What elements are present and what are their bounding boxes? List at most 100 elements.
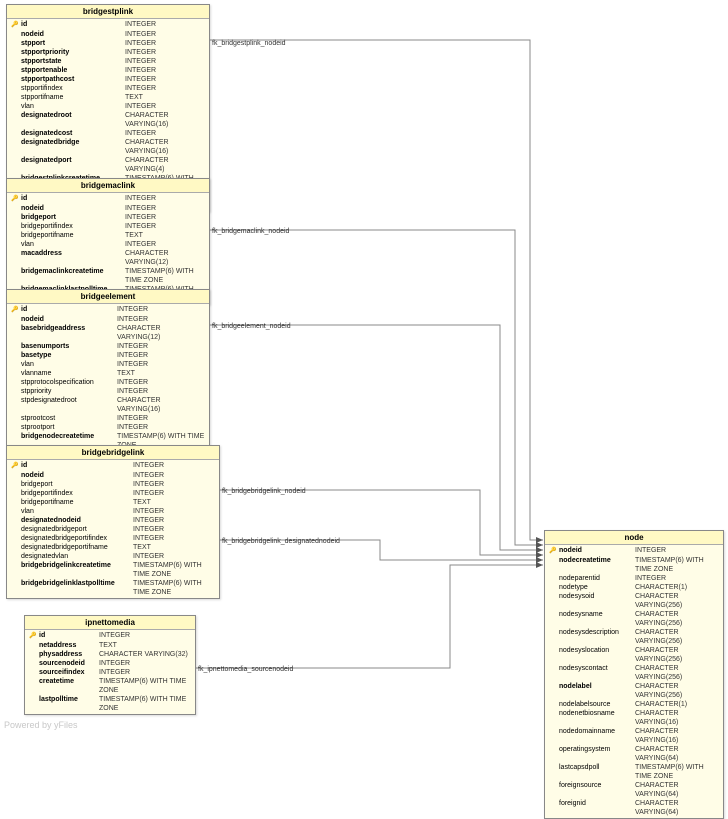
key-spacer [11,240,21,249]
column-name: nodeparentid [559,574,635,583]
key-spacer [549,628,559,646]
column-type: INTEGER [125,194,205,204]
column-name: vlan [21,240,125,249]
column-row: designatedbridgeCHARACTER VARYING(16) [9,138,207,156]
column-row: bridgebridgelinklastpolltimeTIMESTAMP(6)… [9,579,217,597]
column-row: bridgeportINTEGER [9,480,217,489]
column-type: INTEGER [125,84,205,93]
column-row: bridgeportifnameTEXT [9,231,207,240]
column-type: CHARACTER VARYING(4) [125,156,205,174]
key-spacer [549,781,559,799]
column-type: CHARACTER VARYING(256) [635,646,719,664]
column-name: stpport [21,39,125,48]
column-row: bridgeportifindexINTEGER [9,222,207,231]
column-row: 🔑idINTEGER [27,631,193,641]
primary-key-icon: 🔑 [11,194,21,204]
key-spacer [11,387,21,396]
column-name: stppriority [21,387,117,396]
column-name: nodeid [21,30,125,39]
column-type: TEXT [133,543,215,552]
key-spacer [11,579,21,597]
column-type: CHARACTER VARYING(64) [635,745,719,763]
column-row: nodecreatetimeTIMESTAMP(6) WITH TIME ZON… [547,556,721,574]
key-spacer [11,204,21,213]
column-row: 🔑idINTEGER [9,20,207,30]
column-name: physaddress [39,650,99,659]
entity-title: ipnettomedia [25,616,195,630]
column-name: nodecreatetime [559,556,635,574]
key-spacer [11,396,21,414]
column-name: nodeid [21,315,117,324]
column-row: nodeidINTEGER [9,204,207,213]
column-name: stpportpriority [21,48,125,57]
column-row: macaddressCHARACTER VARYING(12) [9,249,207,267]
column-name: vlan [21,507,133,516]
column-row: basenumportsINTEGER [9,342,207,351]
key-spacer [29,668,39,677]
column-name: nodesyslocation [559,646,635,664]
key-spacer [11,342,21,351]
column-row: designatednodeidINTEGER [9,516,217,525]
column-type: CHARACTER VARYING(64) [635,799,719,817]
column-row: nodesyslocationCHARACTER VARYING(256) [547,646,721,664]
column-type: TIMESTAMP(6) WITH TIME ZONE [635,556,719,574]
key-spacer [11,480,21,489]
column-row: nodeidINTEGER [9,30,207,39]
column-type: CHARACTER(1) [635,583,719,592]
column-type: CHARACTER VARYING(256) [635,664,719,682]
column-row: netaddressTEXT [27,641,193,650]
entity-title: bridgebridgelink [7,446,219,460]
key-spacer [11,552,21,561]
column-name: designatedvlan [21,552,133,561]
column-type: INTEGER [133,480,215,489]
column-row: bridgeportifindexINTEGER [9,489,217,498]
key-spacer [29,695,39,713]
column-row: lastpolltimeTIMESTAMP(6) WITH TIME ZONE [27,695,193,713]
key-spacer [11,516,21,525]
entity-title: node [545,531,723,545]
column-name: nodesysname [559,610,635,628]
primary-key-icon: 🔑 [549,546,559,556]
column-name: vlan [21,102,125,111]
column-type: INTEGER [125,39,205,48]
column-type: INTEGER [125,213,205,222]
entity-bridgemaclink: bridgemaclink🔑idINTEGERnodeidINTEGERbrid… [6,178,210,305]
column-name: nodesysdescription [559,628,635,646]
column-type: INTEGER [133,489,215,498]
column-row: 🔑idINTEGER [9,461,217,471]
column-type: TEXT [125,231,205,240]
column-row: stpportpriorityINTEGER [9,48,207,57]
column-type: CHARACTER VARYING(16) [635,727,719,745]
column-row: vlanINTEGER [9,102,207,111]
column-row: nodenetbiosnameCHARACTER VARYING(16) [547,709,721,727]
key-spacer [29,677,39,695]
column-row: physaddressCHARACTER VARYING(32) [27,650,193,659]
key-spacer [29,659,39,668]
entity-title: bridgestplink [7,5,209,19]
column-name: id [21,194,125,204]
key-spacer [11,369,21,378]
column-row: designatedbridgeportifindexINTEGER [9,534,217,543]
column-type: CHARACTER VARYING(12) [117,324,205,342]
entity-body: 🔑nodeidINTEGERnodecreatetimeTIMESTAMP(6)… [545,545,723,818]
primary-key-icon: 🔑 [11,20,21,30]
column-name: stpportenable [21,66,125,75]
column-name: stpdesignatedroot [21,396,117,414]
column-type: CHARACTER VARYING(32) [99,650,191,659]
column-name: operatingsystem [559,745,635,763]
column-type: INTEGER [635,574,719,583]
column-type: INTEGER [133,552,215,561]
column-row: designatedrootCHARACTER VARYING(16) [9,111,207,129]
column-row: stpportifindexINTEGER [9,84,207,93]
column-row: designatedcostINTEGER [9,129,207,138]
column-row: stppriorityINTEGER [9,387,207,396]
key-spacer [11,213,21,222]
column-row: nodeidINTEGER [9,471,217,480]
column-type: CHARACTER VARYING(16) [117,396,205,414]
column-name: designatedcost [21,129,125,138]
column-name: nodelabel [559,682,635,700]
column-name: sourcenodeid [39,659,99,668]
primary-key-icon: 🔑 [11,305,21,315]
column-type: CHARACTER VARYING(256) [635,610,719,628]
column-type: TEXT [125,93,205,102]
